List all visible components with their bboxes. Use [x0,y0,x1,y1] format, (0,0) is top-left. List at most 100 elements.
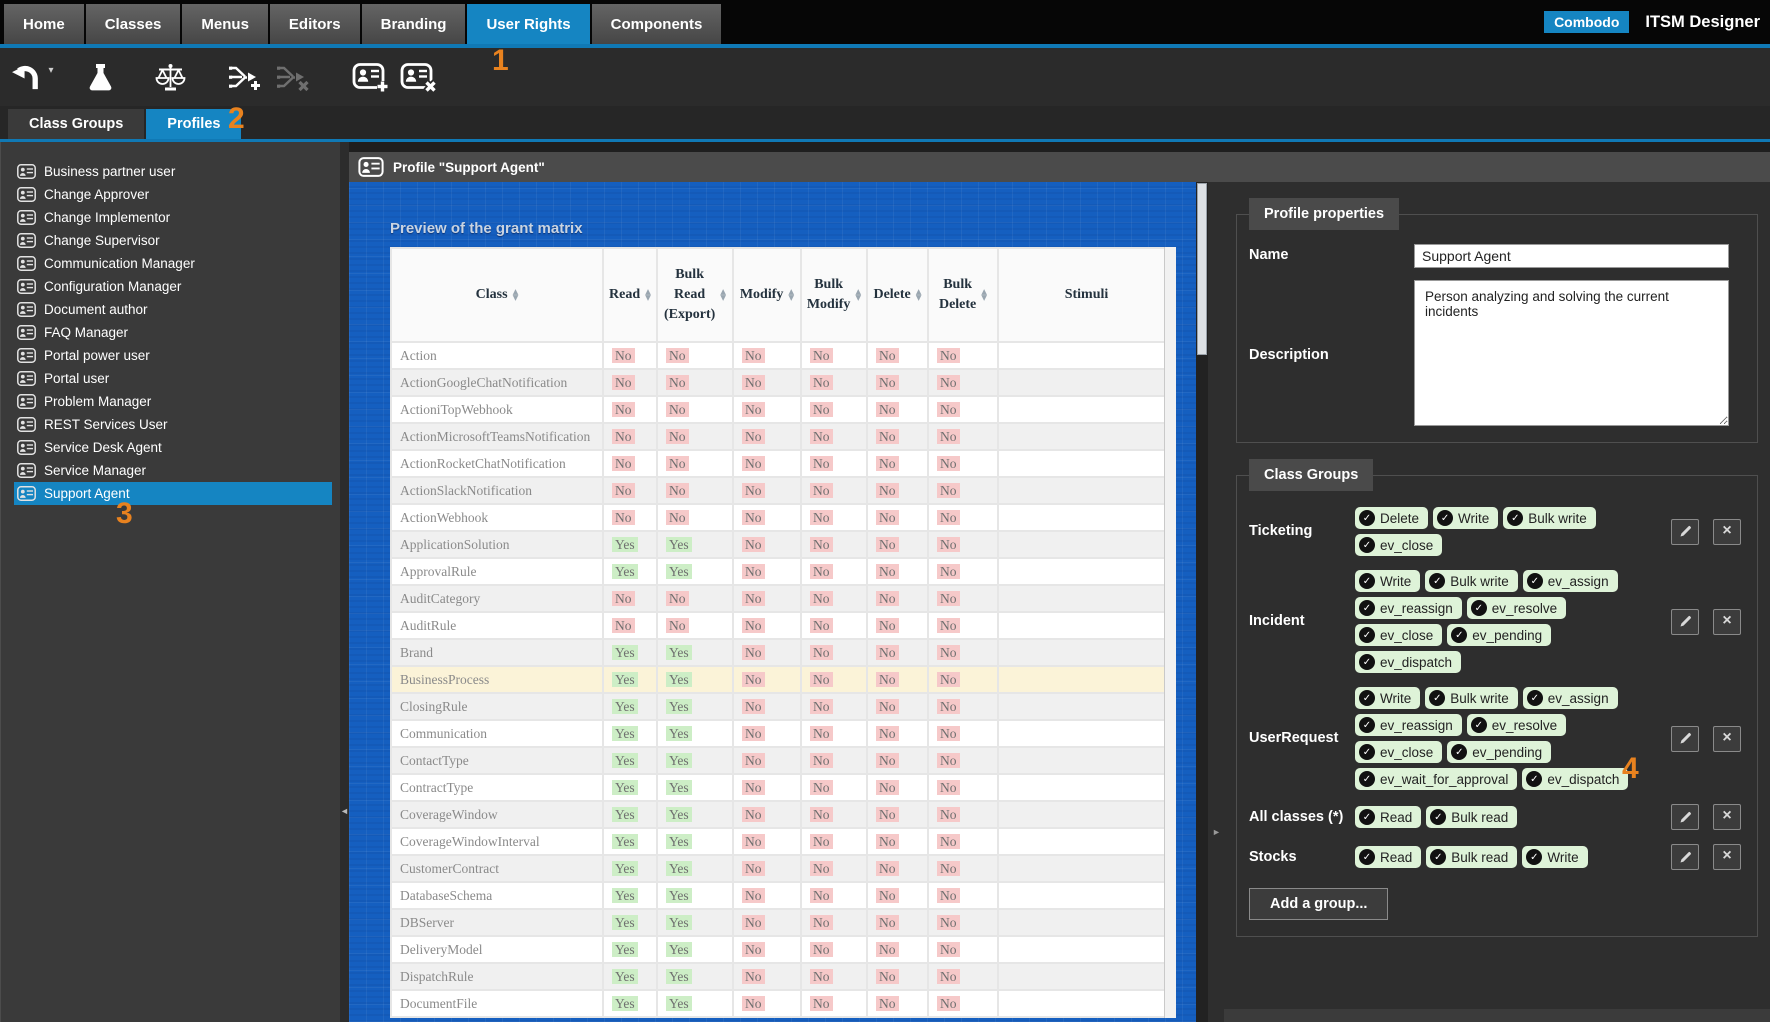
sidebar-item-change-implementor[interactable]: Change Implementor [14,206,332,229]
sidebar-item-rest-services-user[interactable]: REST Services User [14,413,332,436]
sidebar-item-change-approver[interactable]: Change Approver [14,183,332,206]
sidebar-item-faq-manager[interactable]: FAQ Manager [14,321,332,344]
permission-chip-ev-close[interactable]: ✓ev_close [1355,534,1442,556]
table-row-coveragewindow[interactable]: CoverageWindowYesYesNoNoNoNo [392,802,1174,827]
column-header-bulk-delete[interactable]: Bulk Delete▲▼ [929,249,997,341]
sidebar-item-support-agent[interactable]: Support Agent [14,482,332,505]
table-row-contracttype[interactable]: ContractTypeYesYesNoNoNoNo [392,775,1174,800]
sidebar-item-communication-manager[interactable]: Communication Manager [14,252,332,275]
nav-tab-menus[interactable]: Menus [182,4,268,44]
delete-profile-button[interactable] [396,54,440,100]
description-textarea[interactable]: Person analyzing and solving the current… [1414,280,1729,426]
undo-button[interactable]: ▾ [10,54,54,100]
remove-group-button[interactable]: × [1713,726,1741,752]
table-row-actionitopwebhook[interactable]: ActioniTopWebhookNoNoNoNoNoNo [392,397,1174,422]
add-group-button[interactable]: Add a group... [1249,888,1388,920]
nav-tab-classes[interactable]: Classes [86,4,181,44]
permission-chip-write[interactable]: ✓Write [1522,846,1587,868]
permission-chip-ev-wait-for-approval[interactable]: ✓ev_wait_for_approval [1355,768,1517,790]
edit-group-button[interactable] [1671,609,1699,635]
nav-tab-home[interactable]: Home [4,4,84,44]
column-header-bulk-modify[interactable]: Bulk Modify▲▼ [802,249,866,341]
column-header-delete[interactable]: Delete▲▼ [868,249,927,341]
collapse-left-icon[interactable]: ◄ [340,806,349,816]
permission-chip-bulk-write[interactable]: ✓Bulk write [1503,507,1596,529]
sidebar-item-change-supervisor[interactable]: Change Supervisor [14,229,332,252]
edit-group-button[interactable] [1671,726,1699,752]
edit-group-button[interactable] [1671,804,1699,830]
permission-chip-ev-close[interactable]: ✓ev_close [1355,624,1442,646]
table-row-customercontract[interactable]: CustomerContractYesYesNoNoNoNo [392,856,1174,881]
nav-tab-branding[interactable]: Branding [362,4,466,44]
permission-chip-ev-assign[interactable]: ✓ev_assign [1523,687,1618,709]
vertical-scrollbar[interactable] [1196,182,1208,1022]
nav-tab-components[interactable]: Components [592,4,722,44]
column-header-read[interactable]: Read▲▼ [604,249,656,341]
sidebar-item-business-partner-user[interactable]: Business partner user [14,160,332,183]
table-row-applicationsolution[interactable]: ApplicationSolutionYesYesNoNoNoNo [392,532,1174,557]
sort-icon[interactable]: ▲▼ [788,289,794,301]
collapse-right-icon[interactable]: ► [1212,827,1221,837]
remove-group-button[interactable]: × [1713,804,1741,830]
table-row-contacttype[interactable]: ContactTypeYesYesNoNoNoNo [392,748,1174,773]
sort-icon[interactable]: ▲▼ [720,289,726,301]
permission-chip-bulk-write[interactable]: ✓Bulk write [1425,570,1518,592]
table-row-brand[interactable]: BrandYesYesNoNoNoNo [392,640,1174,665]
sidebar-item-portal-power-user[interactable]: Portal power user [14,344,332,367]
sort-icon[interactable]: ▲▼ [981,289,987,301]
sidebar-item-problem-manager[interactable]: Problem Manager [14,390,332,413]
permission-chip-ev-reassign[interactable]: ✓ev_reassign [1355,597,1462,619]
table-row-action[interactable]: ActionNoNoNoNoNoNo [392,343,1174,368]
scrollbar-thumb[interactable] [1197,183,1207,355]
sort-icon[interactable]: ▲▼ [916,289,922,301]
tab-class-groups[interactable]: Class Groups [8,109,144,139]
sidebar-item-service-manager[interactable]: Service Manager [14,459,332,482]
permission-chip-write[interactable]: ✓Write [1355,687,1420,709]
permission-chip-bulk-read[interactable]: ✓Bulk read [1426,846,1517,868]
table-row-actionrocketchatnotification[interactable]: ActionRocketChatNotificationNoNoNoNoNoNo [392,451,1174,476]
permission-chip-bulk-read[interactable]: ✓Bulk read [1426,806,1517,828]
permission-chip-ev-close[interactable]: ✓ev_close [1355,741,1442,763]
remove-group-button[interactable]: × [1713,844,1741,870]
column-header-bulk-read-export[interactable]: Bulk Read (Export)▲▼ [658,249,732,341]
table-row-documentfile[interactable]: DocumentFileYesYesNoNoNoNo [392,991,1174,1016]
table-row-businessprocess[interactable]: BusinessProcessYesYesNoNoNoNo [392,667,1174,692]
table-row-databaseschema[interactable]: DatabaseSchemaYesYesNoNoNoNo [392,883,1174,908]
table-row-dbserver[interactable]: DBServerYesYesNoNoNoNo [392,910,1174,935]
add-transition-button[interactable] [222,54,266,100]
permission-chip-read[interactable]: ✓Read [1355,846,1421,868]
column-header-class[interactable]: Class▲▼ [392,249,602,341]
table-row-communication[interactable]: CommunicationYesYesNoNoNoNo [392,721,1174,746]
permission-chip-ev-pending[interactable]: ✓ev_pending [1447,741,1551,763]
column-header-modify[interactable]: Modify▲▼ [734,249,800,341]
table-row-actionwebhook[interactable]: ActionWebhookNoNoNoNoNoNo [392,505,1174,530]
sidebar-item-configuration-manager[interactable]: Configuration Manager [14,275,332,298]
edit-group-button[interactable] [1671,519,1699,545]
remove-group-button[interactable]: × [1713,609,1741,635]
sidebar-item-service-desk-agent[interactable]: Service Desk Agent [14,436,332,459]
permission-chip-read[interactable]: ✓Read [1355,806,1421,828]
table-row-actionmicrosoftteamsnotification[interactable]: ActionMicrosoftTeamsNotificationNoNoNoNo… [392,424,1174,449]
table-row-auditrule[interactable]: AuditRuleNoNoNoNoNoNo [392,613,1174,638]
permission-chip-bulk-write[interactable]: ✓Bulk write [1425,687,1518,709]
add-profile-button[interactable] [348,54,392,100]
permission-chip-ev-resolve[interactable]: ✓ev_resolve [1467,597,1566,619]
check-consistency-button[interactable] [148,54,192,100]
permission-chip-ev-pending[interactable]: ✓ev_pending [1447,624,1551,646]
sidebar-item-document-author[interactable]: Document author [14,298,332,321]
permission-chip-ev-dispatch[interactable]: ✓ev_dispatch [1355,651,1461,673]
table-row-dispatchrule[interactable]: DispatchRuleYesYesNoNoNoNo [392,964,1174,989]
nav-tab-user-rights[interactable]: User Rights [467,4,589,44]
permission-chip-ev-resolve[interactable]: ✓ev_resolve [1467,714,1566,736]
table-row-coveragewindowinterval[interactable]: CoverageWindowIntervalYesYesNoNoNoNo [392,829,1174,854]
permission-chip-ev-dispatch[interactable]: ✓ev_dispatch [1522,768,1628,790]
sidebar-splitter[interactable]: ◄ [340,142,349,1022]
combodo-badge[interactable]: Combodo [1544,11,1629,33]
permission-chip-write[interactable]: ✓Write [1433,507,1498,529]
name-input[interactable] [1414,244,1729,268]
sort-icon[interactable]: ▲▼ [513,289,519,301]
nav-tab-editors[interactable]: Editors [270,4,360,44]
test-button[interactable] [78,54,122,100]
table-row-approvalrule[interactable]: ApprovalRuleYesYesNoNoNoNo [392,559,1174,584]
dropdown-caret-icon[interactable]: ▾ [48,65,53,76]
